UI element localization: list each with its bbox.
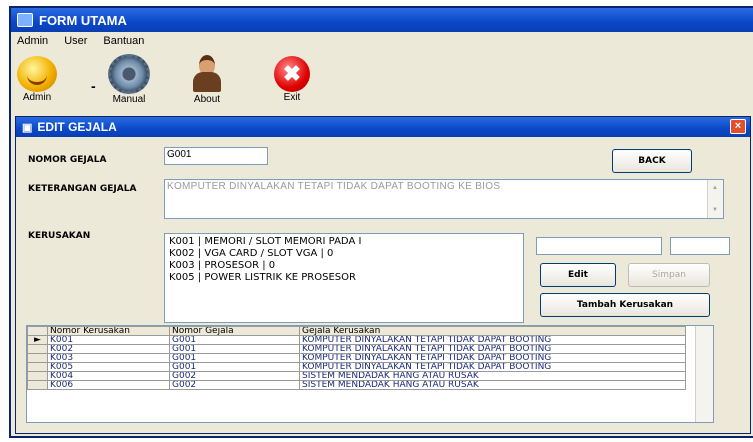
cell-nomor-gejala[interactable]: G002 xyxy=(169,371,300,381)
row-header xyxy=(27,380,48,390)
list-item[interactable]: K001 | MEMORI / SLOT MEMORI PADA I xyxy=(169,236,519,248)
kerusakan-list[interactable]: K001 | MEMORI / SLOT MEMORI PADA I K002 … xyxy=(164,233,524,323)
manual-button[interactable]: Manual xyxy=(99,52,159,114)
edit-button[interactable]: Edit xyxy=(540,263,616,287)
row-header xyxy=(27,371,48,381)
row-indicator: ► xyxy=(27,335,48,345)
dialog-title: EDIT GEJALA xyxy=(37,120,117,134)
cell-gejala-kerusakan[interactable]: SISTEM MENDADAK HANG ATAU RUSAK xyxy=(299,371,686,381)
grid-header-row: Nomor Kerusakan Nomor Gejala Gejala Keru… xyxy=(27,326,686,336)
column-header-gejala-kerusakan[interactable]: Gejala Kerusakan xyxy=(299,326,686,336)
kerusakan-code-field[interactable] xyxy=(536,237,662,255)
smiley-icon xyxy=(17,56,57,92)
cell-nomor-kerusakan[interactable]: K001 xyxy=(47,335,170,345)
cell-nomor-gejala[interactable]: G001 xyxy=(169,362,300,372)
person-icon xyxy=(189,54,225,94)
keterangan-scrollbar[interactable] xyxy=(707,180,723,218)
cell-nomor-kerusakan[interactable]: K006 xyxy=(47,380,170,390)
app-icon xyxy=(17,13,33,27)
manual-label: Manual xyxy=(112,94,146,105)
close-icon: ✖ xyxy=(274,56,310,92)
keterangan-label: KETERANGAN GEJALA xyxy=(28,184,137,194)
keterangan-text: KOMPUTER DINYALAKAN TETAPI TIDAK DAPAT B… xyxy=(167,181,501,192)
cell-gejala-kerusakan[interactable]: KOMPUTER DINYALAKAN TETAPI TIDAK DAPAT B… xyxy=(299,335,686,345)
list-item[interactable]: K003 | PROSESOR | 0 xyxy=(169,260,519,272)
row-header xyxy=(27,362,48,372)
menu-admin[interactable]: Admin xyxy=(17,35,48,47)
menu-bar: Admin User Bantuan xyxy=(11,32,753,50)
cell-nomor-gejala[interactable]: G001 xyxy=(169,335,300,345)
table-row[interactable]: K002 G001 KOMPUTER DINYALAKAN TETAPI TID… xyxy=(27,344,686,354)
table-row[interactable]: K005 G001 KOMPUTER DINYALAKAN TETAPI TID… xyxy=(27,362,686,372)
kerusakan-label: KERUSAKAN xyxy=(28,231,91,241)
menu-user[interactable]: User xyxy=(64,35,87,47)
table-row[interactable]: ► K001 G001 KOMPUTER DINYALAKAN TETAPI T… xyxy=(27,335,686,345)
kerusakan-grid[interactable]: Nomor Kerusakan Nomor Gejala Gejala Keru… xyxy=(26,325,714,423)
table-row[interactable]: K004 G002 SISTEM MENDADAK HANG ATAU RUSA… xyxy=(27,371,686,381)
back-button[interactable]: BACK xyxy=(612,149,692,173)
admin-button[interactable]: Admin xyxy=(7,52,67,114)
main-window: FORM UTAMA Admin User Bantuan Admin - Ma… xyxy=(9,6,753,438)
edit-gejala-dialog: ▣ EDIT GEJALA × NOMOR GEJALA G001 BACK K… xyxy=(15,116,751,434)
dialog-close-button[interactable]: × xyxy=(730,119,746,134)
cell-gejala-kerusakan[interactable]: SISTEM MENDADAK HANG ATAU RUSAK xyxy=(299,380,686,390)
grid-table: Nomor Kerusakan Nomor Gejala Gejala Keru… xyxy=(27,326,686,390)
cell-gejala-kerusakan[interactable]: KOMPUTER DINYALAKAN TETAPI TIDAK DAPAT B… xyxy=(299,362,686,372)
grid-scrollbar[interactable] xyxy=(695,326,713,422)
simpan-button[interactable]: Simpan xyxy=(628,263,710,287)
list-item[interactable]: K005 | POWER LISTRIK KE PROSESOR xyxy=(169,272,519,284)
keterangan-field[interactable]: KOMPUTER DINYALAKAN TETAPI TIDAK DAPAT B… xyxy=(164,179,724,219)
nomor-gejala-label: NOMOR GEJALA xyxy=(28,155,107,165)
gear-icon xyxy=(108,54,150,94)
menu-bantuan[interactable]: Bantuan xyxy=(103,35,144,47)
cell-nomor-kerusakan[interactable]: K002 xyxy=(47,344,170,354)
row-header xyxy=(27,353,48,363)
cell-nomor-gejala[interactable]: G001 xyxy=(169,353,300,363)
row-header-corner xyxy=(27,326,48,336)
main-title-bar[interactable]: FORM UTAMA xyxy=(11,8,753,32)
dialog-title-bar[interactable]: ▣ EDIT GEJALA × xyxy=(16,117,750,137)
about-button[interactable]: About xyxy=(177,52,237,114)
cell-nomor-kerusakan[interactable]: K005 xyxy=(47,362,170,372)
table-row[interactable]: K003 G001 KOMPUTER DINYALAKAN TETAPI TID… xyxy=(27,353,686,363)
table-row[interactable]: K006 G002 SISTEM MENDADAK HANG ATAU RUSA… xyxy=(27,380,686,390)
row-header xyxy=(27,344,48,354)
cell-nomor-gejala[interactable]: G002 xyxy=(169,380,300,390)
nomor-gejala-field[interactable]: G001 xyxy=(164,147,268,165)
tambah-kerusakan-button[interactable]: Tambah Kerusakan xyxy=(540,293,710,317)
cell-nomor-kerusakan[interactable]: K003 xyxy=(47,353,170,363)
main-window-title: FORM UTAMA xyxy=(39,12,127,28)
cell-gejala-kerusakan[interactable]: KOMPUTER DINYALAKAN TETAPI TIDAK DAPAT B… xyxy=(299,353,686,363)
exit-label: Exit xyxy=(283,92,301,103)
cell-gejala-kerusakan[interactable]: KOMPUTER DINYALAKAN TETAPI TIDAK DAPAT B… xyxy=(299,344,686,354)
column-header-nomor-gejala[interactable]: Nomor Gejala xyxy=(169,326,300,336)
column-header-nomor-kerusakan[interactable]: Nomor Kerusakan xyxy=(47,326,170,336)
kerusakan-extra-field[interactable] xyxy=(670,237,730,255)
cell-nomor-kerusakan[interactable]: K004 xyxy=(47,371,170,381)
dialog-icon: ▣ xyxy=(22,121,33,134)
exit-button[interactable]: ✖ Exit xyxy=(262,52,322,114)
cell-nomor-gejala[interactable]: G001 xyxy=(169,344,300,354)
about-label: About xyxy=(193,94,221,105)
toolbar-separator: - xyxy=(91,78,96,94)
admin-label: Admin xyxy=(22,92,52,103)
list-item[interactable]: K002 | VGA CARD / SLOT VGA | 0 xyxy=(169,248,519,260)
toolbar: Admin - Manual About ✖ Exit xyxy=(11,52,753,114)
